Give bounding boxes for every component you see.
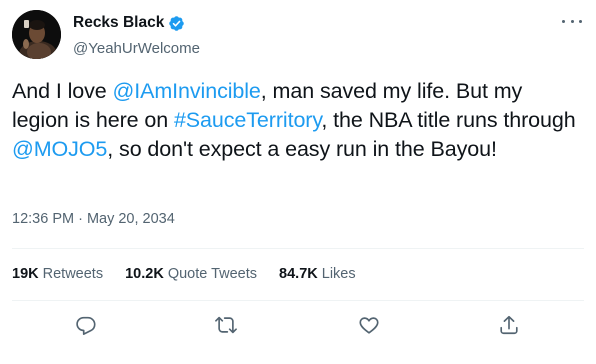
quote-tweets-stat[interactable]: 10.2K Quote Tweets — [125, 266, 257, 282]
author-handle[interactable]: @YeahUrWelcome — [73, 40, 200, 57]
author-display-name[interactable]: Recks Black — [73, 14, 164, 32]
quote-tweets-count: 10.2K — [125, 266, 164, 282]
reply-icon[interactable] — [75, 314, 99, 338]
tweet-text-segment: , so don't expect a easy run in the Bayo… — [107, 137, 497, 161]
author-name-row: Recks Black — [73, 14, 185, 32]
tweet-text-segment: And I love — [12, 79, 113, 103]
verified-badge-icon — [169, 15, 185, 31]
divider — [12, 300, 584, 301]
tweet-text: And I love @IAmInvincible, man saved my … — [12, 77, 582, 164]
quote-tweets-label: Quote Tweets — [167, 266, 258, 282]
tweet-stats: 19K Retweets 10.2K Quote Tweets 84.7K Li… — [12, 266, 356, 282]
mention-link[interactable]: @IAmInvincible — [113, 79, 261, 103]
likes-count: 84.7K — [279, 266, 318, 282]
avatar[interactable] — [12, 10, 61, 59]
more-dot — [562, 19, 565, 23]
retweet-icon[interactable] — [215, 314, 239, 338]
more-options-icon[interactable] — [562, 14, 582, 28]
divider — [12, 248, 584, 249]
more-dot — [570, 19, 574, 23]
mention-link[interactable]: @MOJO5 — [12, 137, 107, 161]
tweet-text-segment: , the NBA title runs through — [321, 108, 576, 132]
tweet-actions — [0, 314, 596, 340]
like-icon[interactable] — [358, 314, 382, 338]
avatar-image — [12, 10, 61, 59]
tweet-timestamp[interactable]: 12:36 PM · May 20, 2034 — [12, 211, 175, 227]
share-icon[interactable] — [498, 314, 522, 338]
retweets-stat[interactable]: 19K Retweets — [12, 266, 103, 282]
likes-label: Likes — [321, 266, 356, 282]
likes-stat[interactable]: 84.7K Likes — [279, 266, 356, 282]
hashtag-link[interactable]: #SauceTerritory — [174, 108, 322, 132]
retweets-label: Retweets — [42, 266, 104, 282]
more-dot — [579, 19, 582, 23]
retweets-count: 19K — [12, 266, 39, 282]
tweet-card: Recks Black @YeahUrWelcome And I love @I… — [0, 0, 596, 364]
